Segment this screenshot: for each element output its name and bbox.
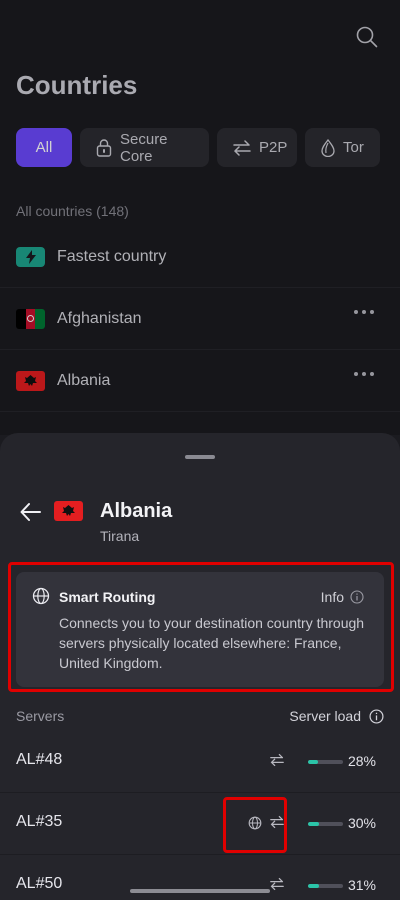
server-name: AL#35	[16, 813, 63, 830]
server-name: AL#50	[16, 875, 63, 892]
back-button[interactable]	[20, 502, 42, 522]
p2p-arrows-icon	[270, 753, 284, 767]
server-load-value: 31%	[347, 877, 376, 893]
p2p-arrows-icon	[270, 877, 284, 891]
highlight-box-smart-routing	[8, 562, 394, 692]
servers-label: Servers	[16, 708, 65, 724]
servers-header: Servers Server load	[16, 708, 384, 728]
albania-flag-icon	[54, 501, 83, 521]
server-name: AL#48	[16, 751, 63, 768]
server-load-info-button[interactable]: Server load	[289, 708, 384, 724]
country-city: Tirana	[100, 528, 140, 544]
home-indicator[interactable]	[130, 889, 270, 893]
countries-screen: Countries All Secure Core P2P Tor All co…	[0, 0, 400, 900]
server-load-value: 30%	[347, 815, 376, 831]
server-load-bar	[308, 884, 343, 888]
country-title: Albania	[100, 500, 173, 522]
back-arrow-icon	[20, 503, 41, 521]
server-load-bar	[308, 822, 343, 826]
server-load-bar	[308, 760, 343, 764]
server-load-label: Server load	[289, 708, 361, 724]
drag-handle[interactable]	[185, 455, 215, 459]
info-icon	[369, 708, 384, 724]
server-row-al35[interactable]: AL#35 30%	[0, 793, 400, 855]
scrim-overlay[interactable]	[0, 0, 400, 435]
server-row-al48[interactable]: AL#48 28%	[0, 731, 400, 793]
highlight-box-server-features	[223, 797, 287, 853]
server-load-value: 28%	[347, 753, 376, 769]
server-row-al50[interactable]: AL#50 31%	[0, 855, 400, 900]
country-bottom-sheet: Albania Tirana Smart Routing Info Connec…	[0, 433, 400, 900]
